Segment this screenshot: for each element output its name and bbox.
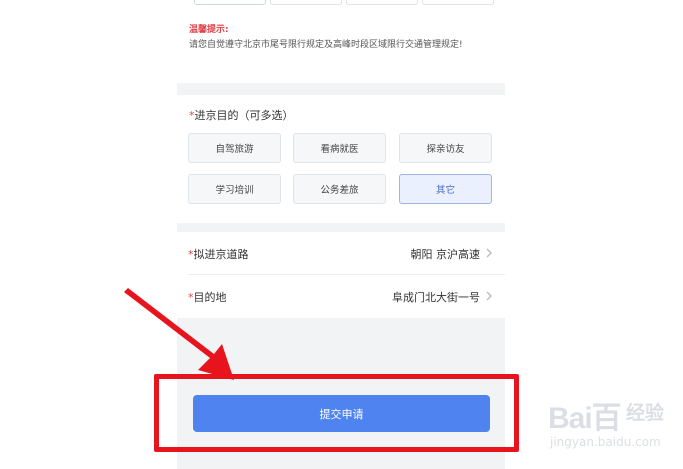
option-label: 看病就医: [320, 144, 359, 155]
purpose-option-business[interactable]: 公务差旅: [293, 174, 386, 204]
notice-title: 温馨提示:: [189, 25, 229, 35]
purpose-option-other[interactable]: 其它: [399, 174, 492, 204]
purpose-title: *进京目的（可多选）: [189, 107, 294, 123]
option-label: 其它: [435, 185, 455, 196]
chevron-right-icon: [486, 291, 492, 301]
top-tab-row: [186, 0, 496, 5]
option-label: 公务差旅: [320, 185, 359, 196]
purpose-option-visit-family[interactable]: 探亲访友: [399, 133, 492, 163]
route-value: 朝阳 京沪高速: [410, 247, 481, 261]
route-row[interactable]: *拟进京道路 朝阳 京沪高速: [177, 232, 505, 275]
purpose-section: *进京目的（可多选） 自驾旅游 看病就医 探亲访友 学习培训 公务差旅 其它: [177, 95, 505, 223]
baidu-jingyan-watermark: Bai百 经验 jingyan.baidu.com: [548, 393, 678, 463]
top-tab[interactable]: [194, 0, 266, 5]
route-label-text: 拟进京道路: [193, 247, 249, 261]
page: 温馨提示: 请您自觉遵守北京市尾号限行规定及高峰时段区域限行交通管理规定! *进…: [0, 0, 683, 469]
watermark-logo: Bai百: [548, 402, 622, 435]
purpose-title-text: 进京目的（可多选）: [194, 109, 294, 122]
top-tab[interactable]: [270, 0, 342, 5]
notice-section: 温馨提示: 请您自觉遵守北京市尾号限行规定及高峰时段区域限行交通管理规定!: [177, 0, 505, 83]
notice-body: 请您自觉遵守北京市尾号限行规定及高峰时段区域限行交通管理规定!: [189, 40, 463, 50]
watermark-brand: 经验: [626, 402, 665, 424]
chevron-right-icon: [486, 248, 492, 258]
top-tab[interactable]: [422, 0, 494, 5]
purpose-option-training[interactable]: 学习培训: [188, 174, 281, 204]
option-label: 自驾旅游: [215, 144, 254, 155]
top-tab[interactable]: [346, 0, 418, 5]
purpose-option-medical[interactable]: 看病就医: [293, 133, 386, 163]
arrow-icon: [124, 288, 234, 380]
route-label: *拟进京道路: [188, 246, 249, 262]
purpose-option-self-drive[interactable]: 自驾旅游: [188, 133, 281, 163]
destination-value: 阜成门北大街一号: [392, 290, 480, 304]
option-label: 探亲访友: [426, 144, 465, 155]
watermark-url: jingyan.baidu.com: [550, 435, 661, 449]
option-label: 学习培训: [215, 185, 254, 196]
